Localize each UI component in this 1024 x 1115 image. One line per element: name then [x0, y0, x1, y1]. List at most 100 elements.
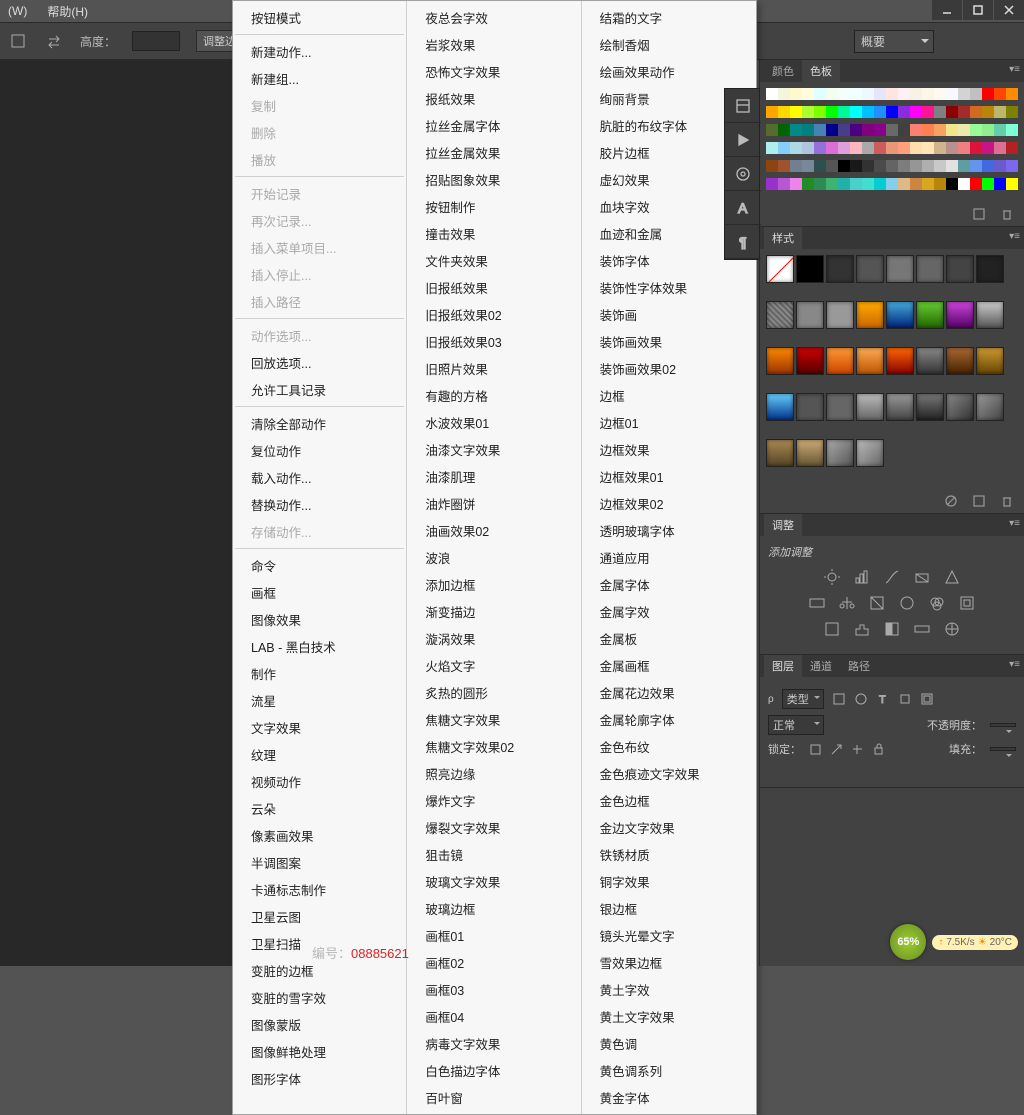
menu-item[interactable]: 按钮模式 — [233, 4, 406, 31]
curves-icon[interactable] — [883, 568, 901, 586]
color-swatch[interactable] — [982, 124, 994, 136]
color-swatch[interactable] — [982, 88, 994, 100]
color-swatch[interactable] — [790, 160, 802, 172]
color-swatch[interactable] — [802, 142, 814, 154]
color-swatch[interactable] — [778, 124, 790, 136]
tool-preset-icon[interactable] — [8, 31, 28, 51]
color-swatch[interactable] — [814, 124, 826, 136]
menu-item[interactable]: 旧报纸效果03 — [407, 328, 580, 355]
delete-swatch-icon[interactable] — [1000, 207, 1014, 221]
menu-item[interactable]: 边框效果02 — [582, 490, 756, 517]
menu-item[interactable]: 拉丝金属效果 — [407, 139, 580, 166]
color-swatch[interactable] — [826, 124, 838, 136]
color-swatch[interactable] — [934, 106, 946, 118]
adjustments-tab[interactable]: 调整 — [764, 514, 802, 536]
menu-item[interactable]: 画框04 — [407, 1003, 580, 1030]
percent-badge[interactable]: 65% — [890, 924, 926, 960]
style-swatch[interactable] — [946, 347, 974, 375]
color-swatch[interactable] — [862, 106, 874, 118]
menu-item[interactable]: 银边框 — [582, 895, 756, 922]
color-swatch[interactable] — [922, 88, 934, 100]
menu-item[interactable]: 复位动作 — [233, 437, 406, 464]
panel-menu-icon[interactable]: ▾≡ — [1009, 231, 1020, 242]
style-swatch[interactable] — [976, 347, 1004, 375]
selective-color-icon[interactable] — [943, 620, 961, 638]
style-swatch[interactable] — [826, 301, 854, 329]
menu-help[interactable]: 帮助(H) — [47, 3, 88, 20]
menu-item[interactable]: 图像鲜艳处理 — [233, 1038, 406, 1065]
color-swatch[interactable] — [922, 124, 934, 136]
style-swatch[interactable] — [886, 393, 914, 421]
color-swatch[interactable] — [958, 88, 970, 100]
net-badge[interactable]: ↑7.5K/s ☀20°C — [932, 935, 1018, 950]
style-swatch[interactable] — [826, 439, 854, 467]
color-swatch[interactable] — [910, 178, 922, 190]
color-swatch[interactable] — [898, 142, 910, 154]
menu-item[interactable]: 油漆肌理 — [407, 463, 580, 490]
channel-mixer-icon[interactable] — [928, 594, 946, 612]
menu-item[interactable]: 黄金字体 — [582, 1084, 756, 1111]
color-swatch[interactable] — [1006, 124, 1018, 136]
menu-item[interactable]: 金色布纹 — [582, 733, 756, 760]
color-swatch[interactable] — [874, 106, 886, 118]
style-swatch[interactable] — [916, 255, 944, 283]
menu-item[interactable]: 玻璃文字效果 — [407, 868, 580, 895]
menu-item[interactable]: 像素画效果 — [233, 822, 406, 849]
color-swatch[interactable] — [922, 160, 934, 172]
color-swatch[interactable] — [802, 106, 814, 118]
color-swatch[interactable] — [778, 178, 790, 190]
color-swatch[interactable] — [1006, 106, 1018, 118]
color-swatch[interactable] — [970, 178, 982, 190]
style-swatch[interactable] — [766, 301, 794, 329]
lock-position-icon[interactable] — [830, 743, 843, 756]
color-swatch[interactable] — [994, 160, 1006, 172]
color-swatch[interactable] — [934, 88, 946, 100]
color-swatch[interactable] — [778, 142, 790, 154]
menu-item[interactable]: 装饰画效果02 — [582, 355, 756, 382]
color-swatch[interactable] — [1006, 88, 1018, 100]
lock-move-icon[interactable] — [851, 743, 864, 756]
color-swatch[interactable] — [994, 178, 1006, 190]
color-swatch[interactable] — [970, 106, 982, 118]
style-swatch[interactable] — [796, 393, 824, 421]
menu-window[interactable]: (W) — [8, 4, 27, 18]
filter-image-icon[interactable] — [832, 692, 846, 706]
menu-item[interactable]: 漩涡效果 — [407, 625, 580, 652]
color-swatch[interactable] — [790, 88, 802, 100]
menu-item[interactable]: 边框效果 — [582, 436, 756, 463]
filter-adjust-icon[interactable] — [854, 692, 868, 706]
filter-smart-icon[interactable] — [920, 692, 934, 706]
invert-icon[interactable] — [823, 620, 841, 638]
style-swatch[interactable] — [856, 347, 884, 375]
menu-item[interactable]: 边框01 — [582, 409, 756, 436]
menu-item[interactable]: 雪效果边框 — [582, 949, 756, 976]
color-swatch[interactable] — [790, 106, 802, 118]
style-swatch[interactable] — [946, 393, 974, 421]
menu-item[interactable]: 恐怖文字效果 — [407, 58, 580, 85]
color-swatch[interactable] — [802, 124, 814, 136]
menu-item[interactable]: 金属轮廓字体 — [582, 706, 756, 733]
menu-item[interactable]: 画框02 — [407, 949, 580, 976]
color-swatch[interactable] — [766, 160, 778, 172]
style-swatch[interactable] — [796, 301, 824, 329]
menu-item[interactable]: 报纸效果 — [407, 85, 580, 112]
style-swatch[interactable] — [946, 255, 974, 283]
color-swatch[interactable] — [970, 160, 982, 172]
dock-icon-4[interactable]: A — [725, 191, 761, 225]
color-swatch[interactable] — [814, 160, 826, 172]
lock-pixels-icon[interactable] — [809, 743, 822, 756]
color-swatch[interactable] — [778, 106, 790, 118]
menu-item[interactable]: 图形字体 — [233, 1065, 406, 1092]
menu-item[interactable]: 装饰性字体效果 — [582, 274, 756, 301]
color-swatch[interactable] — [958, 142, 970, 154]
color-swatch[interactable] — [946, 124, 958, 136]
style-swatch[interactable] — [796, 347, 824, 375]
color-swatch[interactable] — [838, 88, 850, 100]
brightness-icon[interactable] — [823, 568, 841, 586]
menu-item[interactable]: 镜头光晕文字 — [582, 922, 756, 949]
photo-filter-icon[interactable] — [898, 594, 916, 612]
color-swatch[interactable] — [778, 88, 790, 100]
color-swatch[interactable] — [862, 142, 874, 154]
swap-icon[interactable] — [44, 31, 64, 51]
menu-item[interactable]: 黄色调 — [582, 1030, 756, 1057]
